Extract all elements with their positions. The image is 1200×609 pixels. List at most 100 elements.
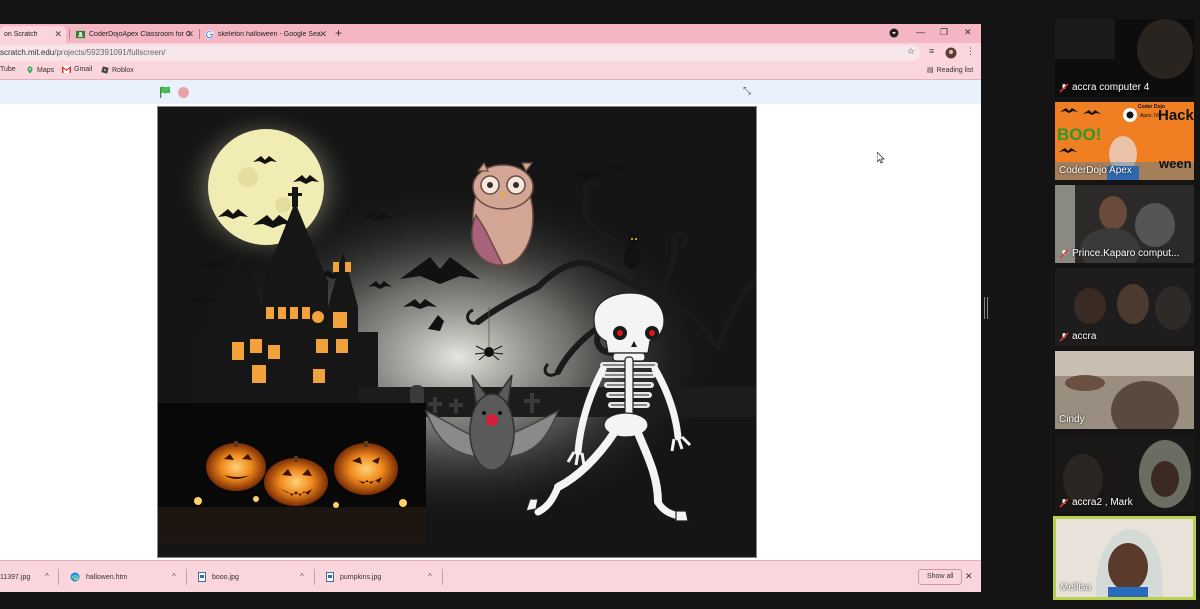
tab-scratch[interactable]: on Scratch ✕	[0, 26, 66, 43]
close-tab-icon[interactable]: ✕	[54, 29, 62, 40]
image-file-icon	[326, 572, 334, 582]
bookmark-label: Tube	[0, 66, 16, 73]
participant-name: accra	[1072, 331, 1097, 342]
page-content: ⤡	[0, 80, 981, 560]
bookmarks-bar: Tube Maps Gmail Roblox ▤ Reading list	[0, 63, 981, 80]
bookmark-star-icon[interactable]: ☆	[907, 46, 915, 57]
download-item[interactable]: booo.jpg	[198, 567, 239, 587]
download-filename: 11397.jpg	[0, 573, 31, 581]
mouse-cursor-icon	[877, 152, 885, 164]
panel-resize-handle[interactable]	[984, 297, 988, 319]
download-filename: booo.jpg	[212, 573, 239, 581]
reading-list-button[interactable]: ▤ Reading list	[927, 66, 974, 75]
pumpkins-photo	[158, 403, 426, 543]
downloads-bar: 11397.jpg ^ hallowen.htm ^ booo.jpg ^ pu…	[0, 560, 981, 592]
exit-fullscreen-icon[interactable]: ⤡	[741, 86, 753, 98]
reading-list-toolbar-icon[interactable]: ≡	[929, 46, 934, 56]
participant-name-label: Cindy	[1059, 414, 1085, 425]
hack-text: Hack	[1158, 107, 1194, 124]
new-tab-button[interactable]: +	[335, 26, 342, 40]
edge-file-icon	[70, 572, 80, 582]
bookmark-gmail[interactable]: Gmail	[62, 66, 92, 73]
mic-off-icon	[1059, 82, 1069, 93]
participant-name-label: Prince.Kaparo comput...	[1059, 248, 1179, 259]
chevron-up-icon[interactable]: ^	[428, 572, 432, 581]
participant-name-label: Mellisa	[1060, 582, 1091, 593]
url-path: /projects/592391091/fullscreen/	[54, 48, 166, 57]
maps-icon	[27, 66, 33, 74]
participant-name-label: CoderDojo Apex	[1059, 165, 1132, 176]
tab-classroom[interactable]: CoderDojoApex Classroom for C ✕	[72, 26, 198, 43]
mic-off-icon	[1059, 497, 1069, 508]
stage-controls: ⤡	[0, 80, 981, 104]
bookmark-maps[interactable]: Maps	[26, 66, 54, 74]
google-icon	[205, 30, 214, 39]
download-filename: pumpkins.jpg	[340, 573, 382, 581]
video-participants-panel: accra computer 4 Coder Dojo Apex, NC Hac…	[1053, 0, 1200, 609]
mic-off-icon	[1059, 248, 1069, 259]
roblox-icon	[101, 66, 109, 74]
participant-name: Prince.Kaparo comput...	[1072, 248, 1180, 259]
participant-tile[interactable]: accra2 , Mark	[1055, 434, 1194, 512]
moon	[208, 129, 324, 245]
stop-icon[interactable]	[178, 87, 189, 98]
participant-tile[interactable]: Cindy	[1055, 351, 1194, 429]
mic-off-icon	[1059, 331, 1069, 342]
participant-name-label: accra	[1059, 331, 1096, 342]
participant-name: Mellisa	[1060, 582, 1092, 593]
show-all-button[interactable]: Show all	[918, 569, 963, 585]
stage-canvas	[158, 107, 756, 557]
profile-badge-icon[interactable]	[889, 28, 899, 38]
bookmark-label: Maps	[37, 66, 55, 74]
close-tab-icon[interactable]: ✕	[186, 29, 194, 40]
image-file-icon	[198, 572, 206, 582]
participant-name: CoderDojo Apex	[1059, 165, 1132, 176]
scratch-stage[interactable]	[157, 106, 757, 558]
close-tab-icon[interactable]: ✕	[319, 29, 327, 40]
toolbar: scratch.mit.edu/projects/592391091/fulls…	[0, 43, 981, 63]
chevron-up-icon[interactable]: ^	[45, 572, 49, 581]
reading-list-label: Reading list	[936, 66, 974, 74]
participant-tile[interactable]: accra	[1055, 268, 1194, 346]
ween-text: ween	[1159, 156, 1192, 171]
screen: on Scratch ✕ CoderDojoApex Classroom for…	[0, 0, 1200, 609]
avatar-icon[interactable]	[945, 47, 957, 59]
download-item[interactable]: 11397.jpg	[0, 567, 30, 587]
download-item[interactable]: pumpkins.jpg	[326, 567, 381, 587]
boo-text: BOO!	[1057, 125, 1102, 144]
participant-tile[interactable]: accra computer 4	[1055, 19, 1194, 97]
tab-title: skeleton halloween - Google Sea	[218, 31, 321, 38]
download-filename: hallowen.htm	[86, 573, 128, 581]
classroom-icon	[76, 30, 85, 39]
browser-window: on Scratch ✕ CoderDojoApex Classroom for…	[0, 24, 981, 592]
bookmark-roblox[interactable]: Roblox	[101, 66, 134, 74]
close-window-icon[interactable]: ✕	[964, 27, 972, 38]
bookmark-youtube[interactable]: Tube	[0, 66, 16, 73]
participant-tile-active-speaker[interactable]: Mellisa	[1053, 516, 1196, 600]
chevron-up-icon[interactable]: ^	[172, 572, 176, 581]
minimize-icon[interactable]: —	[916, 27, 925, 37]
participant-name-label: accra computer 4	[1059, 82, 1149, 93]
participant-name: Cindy	[1059, 414, 1085, 425]
bookmark-label: Roblox	[112, 66, 134, 74]
green-flag-icon[interactable]	[159, 86, 171, 98]
url-host: scratch.mit.edu	[0, 48, 55, 57]
gmail-icon	[62, 66, 71, 73]
download-item[interactable]: hallowen.htm	[70, 567, 127, 587]
chevron-up-icon[interactable]: ^	[300, 572, 304, 581]
tab-strip: on Scratch ✕ CoderDojoApex Classroom for…	[0, 24, 981, 43]
participant-tile[interactable]: Coder Dojo Apex, NC Hack BOO! ween Coder…	[1055, 102, 1194, 180]
tab-google-search[interactable]: skeleton halloween - Google Sea ✕	[201, 26, 331, 43]
participant-tile[interactable]: Prince.Kaparo comput...	[1055, 185, 1194, 263]
address-bar[interactable]: scratch.mit.edu/projects/592391091/fulls…	[0, 45, 920, 61]
participant-name-label: accra2 , Mark	[1059, 497, 1133, 508]
kebab-menu-icon[interactable]: ⋮	[966, 46, 975, 57]
bookmark-label: Gmail	[74, 66, 93, 73]
tab-title: on Scratch	[4, 31, 38, 38]
participant-name: accra computer 4	[1072, 82, 1150, 93]
url-text: scratch.mit.edu/projects/592391091/fulls…	[0, 48, 165, 57]
close-downloads-icon[interactable]: ✕	[965, 571, 973, 582]
restore-icon[interactable]: ❐	[940, 27, 948, 38]
tab-title: CoderDojoApex Classroom for C	[89, 31, 191, 38]
reading-list-icon: ▤	[927, 67, 934, 74]
